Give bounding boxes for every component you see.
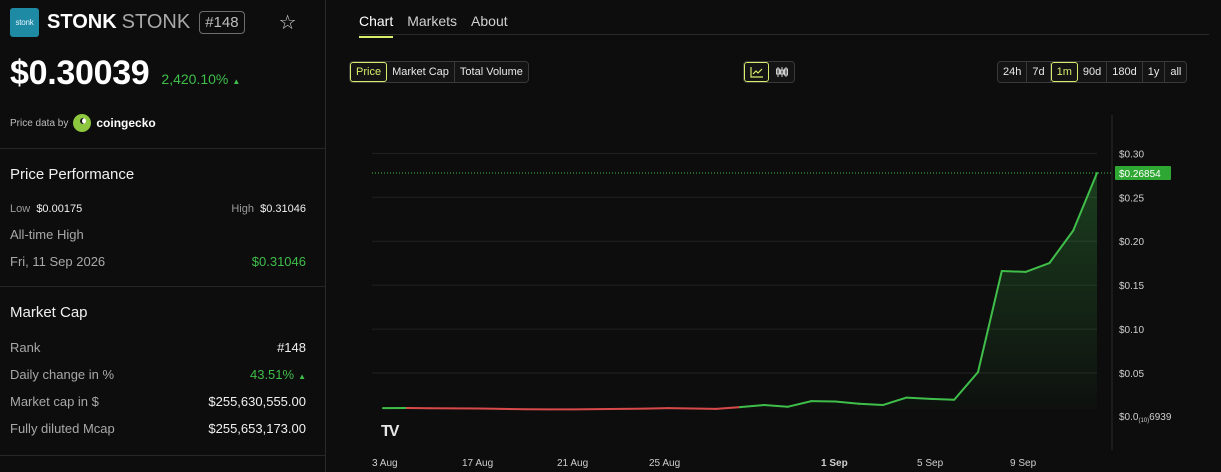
current-price: $0.30039: [10, 54, 150, 92]
high-group: High $0.31046: [231, 203, 306, 215]
market-row-mcap: Market cap in $ $255,630,555.00: [10, 394, 306, 409]
tradingview-logo-icon: TV: [381, 423, 400, 440]
market-cap-title: Market Cap: [10, 304, 88, 321]
range-1y-button[interactable]: 1y: [1142, 62, 1166, 82]
high-value: $0.31046: [260, 203, 306, 215]
low-high-row: Low $0.00175 High $0.31046: [10, 203, 306, 215]
y-tick-label: $0.05: [1119, 369, 1144, 380]
range-selector: 24h 7d 1m 90d 180d 1y all: [997, 61, 1188, 83]
line-chart-icon[interactable]: [744, 62, 769, 82]
chart-panel: Chart Markets About Price Market Cap Tot…: [327, 0, 1221, 472]
metric-selector: Price Market Cap Total Volume: [349, 61, 529, 83]
token-logo: stonk: [10, 7, 39, 37]
price-line-segment: [905, 396, 932, 400]
y-tick-label: $0.15: [1119, 281, 1144, 292]
chart-type-selector: [743, 61, 795, 83]
ath-row: Fri, 11 Sep 2026 $0.31046: [10, 254, 306, 269]
price-change: 2,420.10% ▲: [161, 71, 240, 87]
star-icon[interactable]: ☆: [279, 10, 297, 35]
market-row-label: Daily change in %: [10, 367, 115, 382]
token-symbol: STONK: [121, 10, 191, 33]
market-row-value: $255,630,555.00: [208, 394, 306, 409]
divider: [0, 455, 326, 456]
ath-date: Fri, 11 Sep 2026: [10, 254, 106, 269]
price-line-segment: [858, 402, 884, 407]
token-header: stonk STONK STONK #148 ☆: [10, 7, 297, 37]
token-name: STONK: [47, 10, 117, 33]
x-tick-label: 3 Aug: [372, 458, 398, 469]
market-row-value: $255,653,173.00: [208, 421, 306, 436]
price-line-segment: [929, 397, 956, 401]
price-source-label: Price data by: [10, 117, 69, 129]
range-24h-button[interactable]: 24h: [998, 62, 1028, 82]
range-7d-button[interactable]: 7d: [1027, 62, 1051, 82]
metric-price-button[interactable]: Price: [350, 62, 388, 82]
x-tick-label: 5 Sep: [917, 458, 944, 469]
price-source: Price data by coingecko: [10, 114, 156, 132]
low-value: $0.00175: [36, 203, 83, 215]
divider: [0, 148, 326, 149]
coingecko-logo-icon: [73, 114, 92, 132]
x-tick-label: 25 Aug: [649, 458, 680, 469]
x-tick-label: 1 Sep: [821, 458, 848, 469]
metric-market-cap-button[interactable]: Market Cap: [387, 62, 455, 82]
market-row-value: 43.51% ▲: [250, 367, 306, 382]
tab-underline-divider: [359, 34, 1209, 35]
y-tick-label-bottom: $0.0(10)6939: [1119, 412, 1172, 424]
price-row: $0.30039 2,420.10% ▲: [10, 54, 240, 93]
ath-value: $0.31046: [251, 254, 306, 269]
x-tick-label: 17 Aug: [462, 458, 493, 469]
high-label: High: [231, 203, 254, 215]
market-row-daily-change: Daily change in % 43.51% ▲: [10, 367, 306, 382]
range-all-button[interactable]: all: [1165, 62, 1187, 82]
price-line-segment: [643, 407, 670, 410]
divider: [0, 286, 326, 287]
triangle-up-icon: ▲: [298, 372, 306, 381]
low-group: Low $0.00175: [10, 203, 82, 215]
range-180d-button[interactable]: 180d: [1107, 62, 1143, 82]
token-sidebar: stonk STONK STONK #148 ☆ $0.30039 2,420.…: [0, 0, 326, 472]
market-row-label: Market cap in $: [10, 394, 99, 409]
candlestick-chart-icon[interactable]: [769, 62, 794, 82]
y-tick-label: $0.20: [1119, 237, 1144, 248]
y-tick-label: $0.25: [1119, 193, 1144, 204]
market-row-label: Fully diluted Mcap: [10, 421, 115, 436]
ath-label-row: All-time High: [10, 227, 306, 242]
last-price-label: $0.26854: [1119, 169, 1161, 180]
y-tick-label: $0.10: [1119, 325, 1144, 336]
daily-change-value: 43.51%: [249, 367, 295, 382]
y-tick-label: $0.30: [1119, 149, 1144, 160]
metric-total-volume-button[interactable]: Total Volume: [454, 62, 528, 82]
x-tick-label: 9 Sep: [1010, 458, 1037, 469]
market-row-label: Rank: [10, 340, 41, 355]
price-change-value: 2,420.10%: [161, 71, 229, 87]
market-row-rank: Rank #148: [10, 340, 306, 355]
range-90d-button[interactable]: 90d: [1077, 62, 1108, 82]
token-logo-text: stonk: [15, 17, 34, 27]
rank-badge: #148: [199, 10, 245, 34]
price-source-name[interactable]: coingecko: [96, 116, 155, 130]
ath-label: All-time High: [10, 227, 84, 242]
low-label: Low: [10, 203, 31, 215]
price-chart[interactable]: $0.30 $0.25 $0.20 $0.15 $0.10 $0.05 $0.0(10)69…: [327, 100, 1221, 472]
range-1m-button[interactable]: 1m: [1050, 62, 1078, 82]
market-row-value: #148: [277, 340, 306, 355]
market-row-fdv: Fully diluted Mcap $255,653,173.00: [10, 421, 306, 436]
price-line-segment: [1000, 270, 1027, 273]
triangle-up-icon: ▲: [232, 77, 241, 86]
x-tick-label: 21 Aug: [557, 458, 588, 469]
price-area-fill: [383, 173, 1097, 410]
price-performance-title: Price Performance: [10, 166, 135, 183]
